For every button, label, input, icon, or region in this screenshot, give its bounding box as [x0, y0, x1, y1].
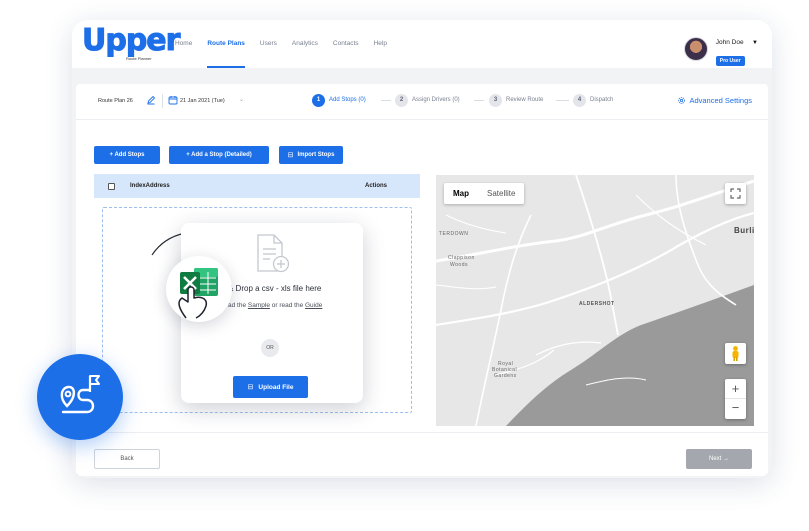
map-label-woods: Woods: [450, 262, 468, 268]
step-label: Dispatch: [590, 97, 614, 103]
next-button[interactable]: Next →: [686, 449, 752, 469]
zoom-control: + −: [725, 379, 746, 419]
column-actions: Actions: [365, 183, 388, 189]
upload-file-label: Upload File: [258, 383, 294, 391]
route-plan-panel: Route Plan 26 21 Jan 2021 (Tue) ⌄ 1 Add …: [76, 84, 768, 476]
street-view-button[interactable]: [725, 343, 746, 364]
file-add-icon: [257, 234, 290, 273]
select-all-checkbox[interactable]: [108, 183, 115, 190]
add-stops-button[interactable]: + Add Stops: [94, 146, 160, 164]
step-connector: [474, 100, 484, 101]
step-number: 4: [573, 93, 586, 107]
import-stops-label: Import Stops: [297, 152, 335, 158]
step-label: Assign Drivers (0): [412, 97, 460, 103]
step-connector: [556, 100, 569, 101]
import-stops-button[interactable]: ⊟ Import Stops: [279, 146, 343, 164]
excel-file-bubble: [166, 256, 232, 322]
nav-home[interactable]: Home: [175, 20, 192, 68]
excel-icon: [178, 268, 218, 319]
route-header: Route Plan 26 21 Jan 2021 (Tue) ⌄ 1 Add …: [76, 84, 768, 120]
edit-pencil-icon[interactable]: [146, 95, 156, 105]
nav-analytics[interactable]: Analytics: [292, 20, 318, 68]
logo-subtitle: Route Planner: [126, 56, 152, 61]
step-number: 2: [395, 93, 408, 107]
avatar[interactable]: [683, 37, 708, 61]
route-map[interactable]: TERDOWN Clappison Woods ALDERSHOT Burli …: [436, 175, 754, 426]
route-planner-badge: [37, 354, 123, 440]
pro-user-badge: Pro User: [715, 56, 745, 66]
guide-link[interactable]: Guide: [305, 302, 322, 309]
app-window: Upper Route Planner Home Route Plans Use…: [72, 20, 772, 478]
step-dispatch[interactable]: 4 Dispatch: [573, 93, 613, 107]
map-label-clappison: Clappison: [448, 255, 475, 261]
date-chevron-down-icon[interactable]: ⌄: [239, 96, 244, 103]
main-content: Route Plan 26 21 Jan 2021 (Tue) ⌄ 1 Add …: [72, 68, 772, 478]
user-menu[interactable]: John Doe ▼ Pro User: [683, 31, 758, 67]
main-nav: Home Route Plans Users Analytics Contact…: [175, 20, 402, 68]
import-icon: ⊟: [287, 152, 294, 159]
divider: [162, 94, 163, 108]
sample-link[interactable]: Sample: [248, 302, 270, 309]
zoom-out-button[interactable]: −: [725, 399, 746, 418]
pegman-icon: [732, 346, 739, 361]
zoom-in-button[interactable]: +: [725, 379, 746, 399]
top-navbar: Upper Route Planner Home Route Plans Use…: [72, 20, 772, 68]
user-name: John Doe: [715, 39, 744, 46]
map-label-gardens: Gardens: [494, 373, 517, 379]
nav-users[interactable]: Users: [260, 20, 277, 68]
nav-help[interactable]: Help: [374, 20, 387, 68]
map-label-burl: Burli: [734, 226, 754, 235]
step-review-route[interactable]: 3 Review Route: [489, 93, 543, 107]
step-label: Review Route: [506, 97, 544, 103]
tab-map[interactable]: Map: [444, 183, 478, 204]
advanced-settings-link[interactable]: Advanced Settings: [677, 96, 752, 105]
or-divider: OR: [261, 339, 279, 357]
calendar-icon[interactable]: [168, 95, 178, 105]
step-number: 1: [312, 93, 325, 107]
sample-guide-text: ad the Sample or read the Guide: [228, 302, 322, 309]
drop-file-text: & Drop a csv - xls file here: [228, 284, 322, 293]
map-type-tabs: Map Satellite: [444, 183, 525, 204]
step-label: Add Stops (0): [329, 97, 366, 103]
sample-mid: or read the: [269, 302, 305, 309]
map-label-terdown: TERDOWN: [439, 231, 469, 237]
stops-table-header: IndexAddress Actions: [94, 174, 420, 198]
route-name: Route Plan 26: [98, 98, 133, 104]
column-index-address: IndexAddress: [130, 183, 170, 189]
upload-file-button[interactable]: ⊟ Upload File: [233, 376, 308, 398]
tab-satellite[interactable]: Satellite: [478, 183, 524, 204]
add-stop-detailed-button[interactable]: + Add a Stop (Detailed): [169, 146, 269, 164]
step-assign-drivers[interactable]: 2 Assign Drivers (0): [395, 93, 460, 107]
step-add-stops[interactable]: 1 Add Stops (0): [312, 93, 366, 107]
step-connector: [381, 100, 391, 101]
nav-contacts[interactable]: Contacts: [333, 20, 359, 68]
fullscreen-icon: [730, 188, 741, 199]
chevron-down-icon[interactable]: ▼: [752, 40, 758, 46]
fullscreen-button[interactable]: [725, 183, 746, 204]
back-button[interactable]: Back: [94, 449, 160, 469]
map-label-aldershot: ALDERSHOT: [579, 301, 615, 307]
nav-route-plans[interactable]: Route Plans: [207, 20, 245, 68]
step-number: 3: [489, 93, 502, 107]
route-date[interactable]: 21 Jan 2021 (Tue): [180, 98, 225, 104]
upper-logo[interactable]: Upper Route Planner: [81, 25, 180, 62]
upload-icon: ⊟: [247, 384, 254, 391]
footer-divider: [76, 432, 768, 433]
logo-text: Upper: [81, 23, 180, 58]
route-flag-icon: [60, 375, 100, 414]
advanced-settings-label: Advanced Settings: [689, 96, 752, 105]
gear-icon: [678, 97, 686, 104]
